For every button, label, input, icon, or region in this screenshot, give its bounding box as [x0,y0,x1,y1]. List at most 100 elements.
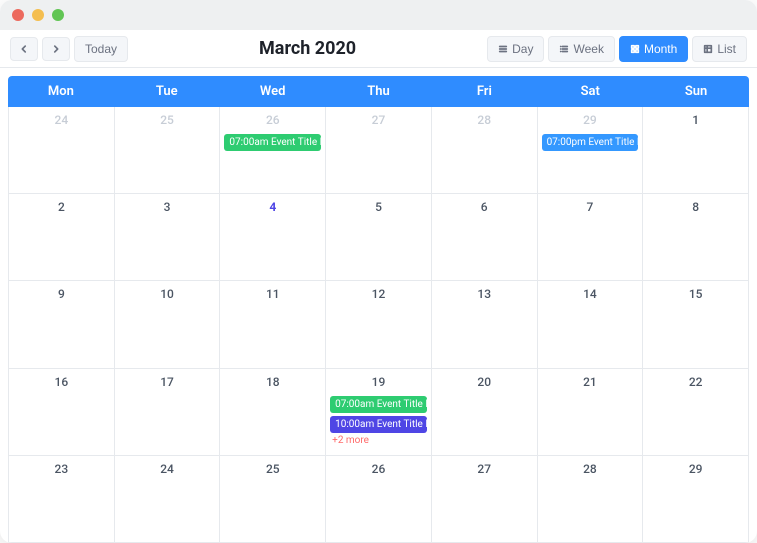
day-cell[interactable]: 2 [9,194,115,281]
calendar-event[interactable]: 07:00pm Event Title Placeholder [542,134,639,151]
day-cell[interactable]: 15 [643,281,749,368]
day-cell[interactable]: 28 [538,456,644,543]
day-cell[interactable]: 1 [643,107,749,194]
day-number: 7 [542,198,639,218]
day-number: 18 [224,373,321,393]
weekday-header: Fri [431,76,537,107]
day-number: 6 [436,198,533,218]
calendar-toolbar: Today March 2020 Day Week Month [0,30,757,68]
calendar-event[interactable]: 07:00am Event Title Placeholder [224,134,321,151]
day-number: 26 [330,460,427,480]
day-cell[interactable]: 7 [538,194,644,281]
day-number: 12 [330,285,427,305]
calendar-event[interactable]: 07:00am Event Title Nineteen [330,396,427,413]
day-cell[interactable]: 26 07:00am Event Title Placeholder [220,107,326,194]
view-month-button[interactable]: Month [619,36,688,62]
day-cell[interactable]: 19 07:00am Event Title Nineteen 10:00am Ev… [326,369,432,456]
view-week-label: Week [573,43,603,55]
day-cell[interactable]: 13 [432,281,538,368]
weekday-header: Sat [537,76,643,107]
day-cell[interactable]: 29 [643,456,749,543]
day-cell[interactable]: 27 [326,107,432,194]
day-number: 19 [330,373,427,393]
day-number: 26 [224,111,321,131]
day-cell[interactable]: 16 [9,369,115,456]
day-number: 11 [224,285,321,305]
day-number: 3 [119,198,216,218]
view-list-label: List [717,43,736,55]
view-list-button[interactable]: List [692,36,747,62]
list-icon [559,44,569,54]
calendar-window: Today March 2020 Day Week Month [0,0,757,543]
window-minimize-icon[interactable] [32,9,44,21]
weekday-header-row: MonTueWedThuFriSatSun [8,76,749,107]
day-number: 16 [13,373,110,393]
view-day-button[interactable]: Day [487,36,544,62]
day-number: 23 [13,460,110,480]
day-cell[interactable]: 14 [538,281,644,368]
window-close-icon[interactable] [12,9,24,21]
more-events-link[interactable]: +2 more [330,433,427,446]
weekday-header: Thu [326,76,432,107]
day-number: 22 [647,373,744,393]
day-cell[interactable]: 26 [326,456,432,543]
day-cell[interactable]: 9 [9,281,115,368]
day-number: 13 [436,285,533,305]
day-number: 24 [119,460,216,480]
day-cell[interactable]: 3 [115,194,221,281]
chevron-left-icon [19,44,29,54]
day-cell[interactable]: 18 [220,369,326,456]
day-number: 28 [542,460,639,480]
day-number: 20 [436,373,533,393]
view-week-button[interactable]: Week [548,36,614,62]
day-cell[interactable]: 8 [643,194,749,281]
day-number: 9 [13,285,110,305]
day-cell[interactable]: 25 [115,107,221,194]
day-cell[interactable]: 20 [432,369,538,456]
day-cell[interactable]: 25 [220,456,326,543]
day-number: 25 [224,460,321,480]
day-cell[interactable]: 21 [538,369,644,456]
day-number: 1 [647,111,744,131]
day-cell[interactable]: 5 [326,194,432,281]
weekday-header: Sun [643,76,749,107]
day-cell[interactable]: 10 [115,281,221,368]
day-cell[interactable]: 4 [220,194,326,281]
day-number: 15 [647,285,744,305]
day-cell[interactable]: 27 [432,456,538,543]
day-cell[interactable]: 2907:00pm Event Title Placeholder [538,107,644,194]
day-number: 5 [330,198,427,218]
day-cell[interactable]: 24 [9,107,115,194]
day-number: 27 [330,111,427,131]
day-cell[interactable]: 28 [432,107,538,194]
day-number: 25 [119,111,216,131]
day-number: 8 [647,198,744,218]
day-cell[interactable]: 12 [326,281,432,368]
prev-button[interactable] [10,37,38,61]
calendar-body: MonTueWedThuFriSatSun 24252607:00am Even… [0,68,757,543]
view-day-label: Day [512,43,533,55]
day-number: 21 [542,373,639,393]
day-number: 14 [542,285,639,305]
calendar-event[interactable]: 10:00am Event Title Meeting [330,416,427,433]
day-number: 28 [436,111,533,131]
next-button[interactable] [42,37,70,61]
day-number: 27 [436,460,533,480]
lines-icon [498,44,508,54]
day-cell[interactable]: 24 [115,456,221,543]
day-cell[interactable]: 23 [9,456,115,543]
day-number: 2 [13,198,110,218]
day-cell[interactable]: 22 [643,369,749,456]
day-cell[interactable]: 11 [220,281,326,368]
window-titlebar [0,0,757,30]
day-number: 24 [13,111,110,131]
day-cell[interactable]: 17 [115,369,221,456]
nav-group: Today [10,36,128,62]
weekday-header: Mon [8,76,114,107]
grid-icon [630,44,640,54]
window-zoom-icon[interactable] [52,9,64,21]
weekday-header: Tue [114,76,220,107]
day-cell[interactable]: 6 [432,194,538,281]
today-button[interactable]: Today [74,36,128,62]
today-button-label: Today [85,43,117,55]
